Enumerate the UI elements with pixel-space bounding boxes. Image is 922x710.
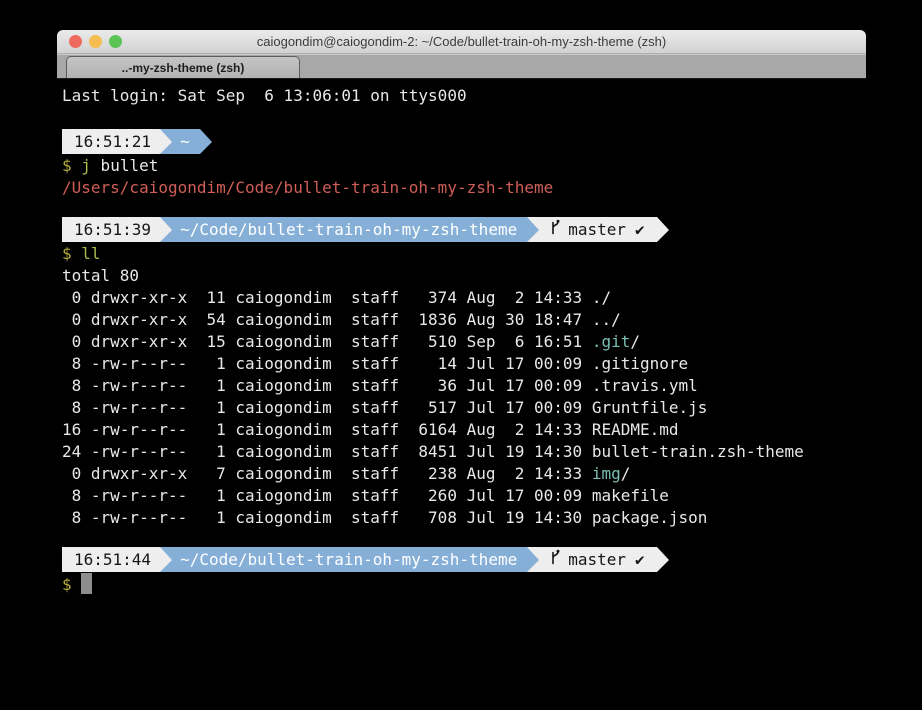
prompt-line: 16:51:21 ~	[62, 129, 866, 154]
terminal-text: .gitignore	[592, 354, 688, 373]
terminal-text: 0 drwxr-xr-x 11 caiogondim staff 374 Aug…	[62, 288, 592, 307]
prompt-path-segment: ~/Code/bullet-train-oh-my-zsh-theme	[172, 217, 527, 242]
git-branch-name: master	[568, 219, 626, 241]
prompt-time-segment: 16:51:21	[62, 129, 160, 154]
terminal-blank-line	[62, 529, 866, 545]
terminal-text: 0 drwxr-xr-x 54 caiogondim staff 1836 Au…	[62, 310, 592, 329]
prompt-line: 16:51:44 ~/Code/bullet-train-oh-my-zsh-th…	[62, 547, 866, 572]
prompt-time-segment: 16:51:44	[62, 547, 160, 572]
git-branch-name: master	[568, 549, 626, 571]
terminal-output-line: 0 drwxr-xr-x 15 caiogondim staff 510 Sep…	[62, 331, 866, 353]
terminal-text: /	[621, 464, 631, 483]
powerline-arrow-icon	[527, 547, 539, 572]
git-branch-icon	[549, 219, 561, 241]
git-branch-icon	[549, 549, 561, 571]
prompt-git-segment: master ✔	[539, 547, 656, 572]
terminal-text: 8 -rw-r--r-- 1 caiogondim staff 36 Jul 1…	[62, 376, 592, 395]
checkmark-icon: ✔	[635, 549, 645, 571]
terminal-output-line: Last login: Sat Sep 6 13:06:01 on ttys00…	[62, 85, 866, 107]
terminal-text: /	[630, 332, 640, 351]
powerline-arrow-icon	[160, 547, 172, 572]
powerline-arrow-icon	[657, 547, 669, 572]
terminal-text: ll	[81, 244, 100, 263]
prompt-line: 16:51:39 ~/Code/bullet-train-oh-my-zsh-th…	[62, 217, 866, 242]
terminal-text: ./	[592, 288, 611, 307]
terminal-text: Last login: Sat Sep 6 13:06:01 on ttys00…	[62, 86, 467, 105]
terminal-input-line: $ j bullet	[62, 155, 866, 177]
terminal-output-line: total 80	[62, 265, 866, 287]
tab-bar: ..-my-zsh-theme (zsh)	[57, 54, 866, 80]
prompt-path-segment: ~	[172, 129, 200, 154]
block-cursor[interactable]	[81, 573, 92, 594]
terminal-screen[interactable]: Last login: Sat Sep 6 13:06:01 on ttys00…	[57, 79, 866, 710]
terminal-output-line: 8 -rw-r--r-- 1 caiogondim staff 36 Jul 1…	[62, 375, 866, 397]
terminal-text: 8 -rw-r--r-- 1 caiogondim staff 517 Jul …	[62, 398, 592, 417]
close-icon[interactable]	[69, 35, 82, 48]
terminal-text: .git	[592, 332, 631, 351]
terminal-output-line: /Users/caiogondim/Code/bullet-train-oh-m…	[62, 177, 866, 199]
terminal-text: 8 -rw-r--r-- 1 caiogondim staff 260 Jul …	[62, 486, 592, 505]
terminal-text: .travis.yml	[592, 376, 698, 395]
terminal-text: total 80	[62, 266, 139, 285]
terminal-text	[72, 575, 82, 594]
terminal-text: ../	[592, 310, 621, 329]
terminal-text	[72, 244, 82, 263]
terminal-text: README.md	[592, 420, 679, 439]
powerline-arrow-icon	[200, 129, 212, 154]
terminal-text: 16 -rw-r--r-- 1 caiogondim staff 6164 Au…	[62, 420, 592, 439]
terminal-output-line: 8 -rw-r--r-- 1 caiogondim staff 517 Jul …	[62, 397, 866, 419]
prompt-time-segment: 16:51:39	[62, 217, 160, 242]
terminal-text: 0 drwxr-xr-x 7 caiogondim staff 238 Aug …	[62, 464, 592, 483]
window-title: caiogondim@caiogondim-2: ~/Code/bullet-t…	[257, 34, 667, 49]
terminal-text: $	[62, 244, 72, 263]
prompt-path-segment: ~/Code/bullet-train-oh-my-zsh-theme	[172, 547, 527, 572]
terminal-text: 8 -rw-r--r-- 1 caiogondim staff 14 Jul 1…	[62, 354, 592, 373]
terminal-output-line: 0 drwxr-xr-x 11 caiogondim staff 374 Aug…	[62, 287, 866, 309]
terminal-text: j	[81, 156, 91, 175]
tab-active[interactable]: ..-my-zsh-theme (zsh)	[66, 56, 300, 78]
powerline-arrow-icon	[160, 217, 172, 242]
checkmark-icon: ✔	[635, 219, 645, 241]
terminal-blank-line	[62, 107, 866, 127]
terminal-output-line: 24 -rw-r--r-- 1 caiogondim staff 8451 Ju…	[62, 441, 866, 463]
terminal-text: makefile	[592, 486, 669, 505]
powerline-arrow-icon	[527, 217, 539, 242]
terminal-text: package.json	[592, 508, 708, 527]
terminal-window: caiogondim@caiogondim-2: ~/Code/bullet-t…	[57, 30, 866, 710]
terminal-text: bullet-train.zsh-theme	[592, 442, 804, 461]
terminal-text: $	[62, 575, 72, 594]
terminal-input-line: $ ll	[62, 243, 866, 265]
terminal-text: $	[62, 156, 72, 175]
window-titlebar[interactable]: caiogondim@caiogondim-2: ~/Code/bullet-t…	[57, 30, 866, 54]
terminal-text: 8 -rw-r--r-- 1 caiogondim staff 708 Jul …	[62, 508, 592, 527]
terminal-output-line: 8 -rw-r--r-- 1 caiogondim staff 14 Jul 1…	[62, 353, 866, 375]
terminal-output-line: 0 drwxr-xr-x 7 caiogondim staff 238 Aug …	[62, 463, 866, 485]
terminal-text: img	[592, 464, 621, 483]
powerline-arrow-icon	[657, 217, 669, 242]
powerline-arrow-icon	[160, 129, 172, 154]
terminal-text: bullet	[91, 156, 158, 175]
tab-label: ..-my-zsh-theme (zsh)	[122, 61, 245, 75]
terminal-input-line: $	[62, 573, 866, 596]
minimize-icon[interactable]	[89, 35, 102, 48]
terminal-text: 0 drwxr-xr-x 15 caiogondim staff 510 Sep…	[62, 332, 592, 351]
prompt-git-segment: master ✔	[539, 217, 656, 242]
terminal-text: Gruntfile.js	[592, 398, 708, 417]
terminal-output-line: 8 -rw-r--r-- 1 caiogondim staff 260 Jul …	[62, 485, 866, 507]
terminal-text	[72, 156, 82, 175]
terminal-output-line: 8 -rw-r--r-- 1 caiogondim staff 708 Jul …	[62, 507, 866, 529]
zoom-icon[interactable]	[109, 35, 122, 48]
terminal-text: 24 -rw-r--r-- 1 caiogondim staff 8451 Ju…	[62, 442, 592, 461]
terminal-text: /Users/caiogondim/Code/bullet-train-oh-m…	[62, 178, 553, 197]
traffic-lights	[69, 30, 122, 53]
terminal-blank-line	[62, 199, 866, 215]
terminal-output-line: 16 -rw-r--r-- 1 caiogondim staff 6164 Au…	[62, 419, 866, 441]
terminal-output-line: 0 drwxr-xr-x 54 caiogondim staff 1836 Au…	[62, 309, 866, 331]
